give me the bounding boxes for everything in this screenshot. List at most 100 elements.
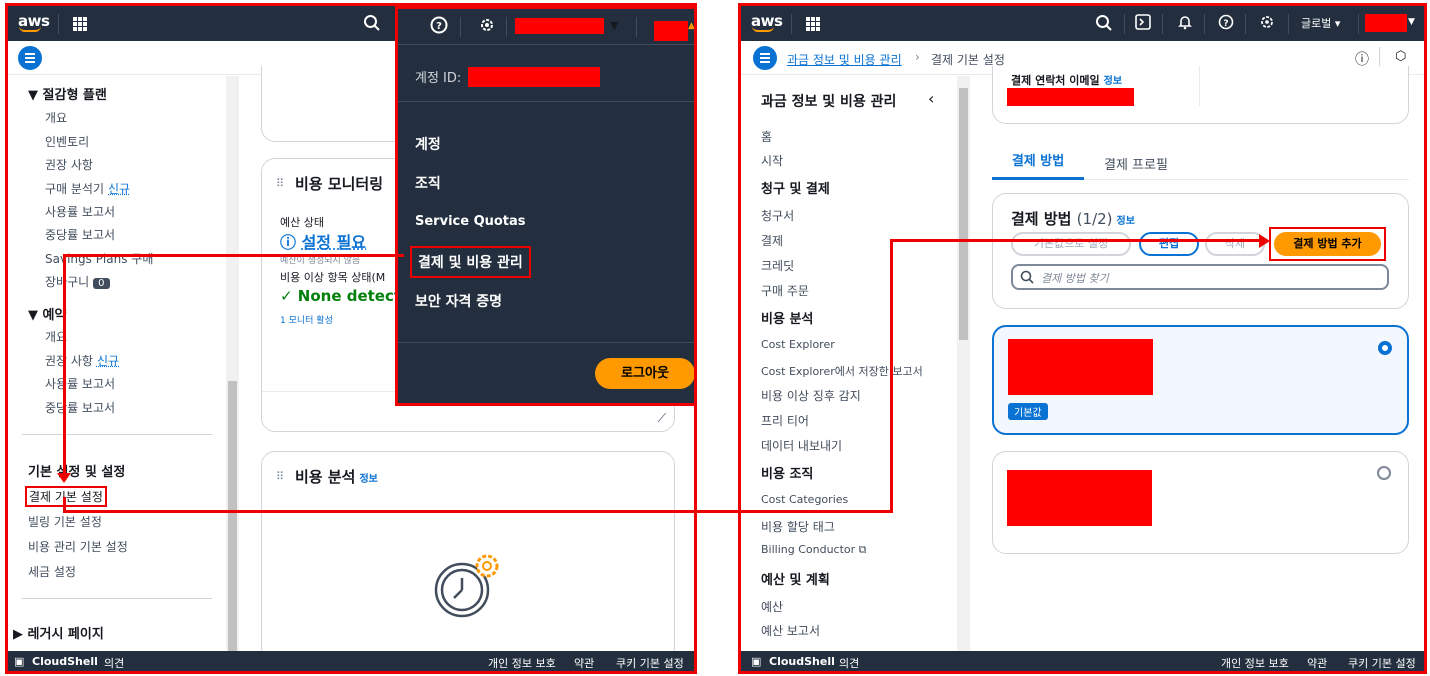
sidebar-item-cost-management-preferences[interactable]: 비용 관리 기본 설정 (28, 538, 128, 555)
sidebar-item-saved-reports[interactable]: Cost Explorer에서 저장한 보고서 (761, 363, 923, 379)
services-grid-icon[interactable] (806, 17, 820, 31)
sidebar-item-budgets[interactable]: 예산 (761, 598, 783, 615)
sidebar-item-coverage-report[interactable]: 중당률 보고서 (45, 226, 115, 243)
menu-toggle-icon[interactable] (18, 46, 42, 70)
legacy-pages-header[interactable]: ▶ 레거시 페이지 (13, 623, 104, 642)
annotation-line (890, 239, 893, 513)
feedback-link[interactable]: 의견 (839, 655, 859, 671)
cloudshell-link[interactable]: CloudShell (769, 655, 835, 668)
left-screenshot-panel: aws ▼ 절감형 플랜 개요 인벤토리 권장 사항 구매 분석기 신규 사용률 … (5, 3, 697, 674)
radio-button-selected[interactable] (1378, 341, 1392, 355)
search-icon[interactable] (1095, 14, 1113, 36)
tab-payment-methods[interactable]: 결제 방법 (992, 147, 1084, 180)
sidebar-item-cost-explorer[interactable]: Cost Explorer (761, 338, 835, 351)
menu-toggle-icon[interactable] (753, 46, 777, 70)
help-icon[interactable]: ? (1218, 14, 1234, 34)
cookie-preferences-link[interactable]: 쿠키 기본 설정 (1348, 655, 1416, 671)
bell-icon[interactable] (1177, 14, 1193, 34)
help-icon[interactable]: ? (430, 16, 448, 38)
cloudshell-icon[interactable]: ▣ (14, 655, 24, 668)
sidebar-item-ri-utilization[interactable]: 사용률 보고서 (45, 375, 115, 392)
add-payment-method-highlight: 결제 방법 추가 (1269, 227, 1386, 261)
info-link[interactable]: 정보 (359, 474, 377, 485)
payment-method-search-input[interactable]: 결제 방법 찾기 (1011, 264, 1389, 290)
settings-gear-icon[interactable] (478, 16, 496, 38)
menu-item-account[interactable]: 계정 (415, 134, 441, 154)
services-grid-icon[interactable] (73, 17, 87, 31)
redacted-account-name[interactable] (515, 18, 604, 34)
monitor-active-link[interactable]: 1 모니터 활성 (280, 313, 333, 326)
tab-payment-profiles[interactable]: 결제 프로필 (1104, 154, 1168, 173)
feedback-link[interactable]: 의견 (104, 655, 124, 671)
privacy-link[interactable]: 개인 정보 보호 (488, 655, 556, 671)
menu-item-organizations[interactable]: 조직 (415, 173, 441, 193)
sidebar-item-bills[interactable]: 청구서 (761, 207, 794, 224)
region-selector[interactable]: 글로벌 ▾ (1301, 15, 1340, 31)
budget-status-value[interactable]: ⓘ 설정 필요 (280, 229, 366, 253)
sidebar-item-getting-started[interactable]: 시작 (761, 152, 783, 169)
sidebar-item-cost-categories[interactable]: Cost Categories (761, 493, 848, 506)
divider (22, 434, 212, 435)
savings-plans-header[interactable]: ▼ 절감형 플랜 (28, 84, 107, 103)
resize-handle-icon[interactable]: ⟋ (658, 411, 666, 426)
add-payment-method-button[interactable]: 결제 방법 추가 (1274, 232, 1381, 256)
edit-button[interactable]: 편집 (1139, 232, 1199, 256)
cloudshell-link[interactable]: CloudShell (32, 655, 98, 668)
sidebar-item-purchase-analyzer[interactable]: 구매 분석기 신규 (45, 180, 130, 197)
info-link[interactable]: 정보 (1104, 76, 1122, 87)
sidebar-item-purchase-savings-plans[interactable]: Savings Plans 구매 (45, 250, 153, 267)
settings-gear-icon[interactable] (1259, 14, 1275, 34)
sidebar-scrollbar[interactable] (226, 76, 239, 652)
cloudshell-icon[interactable] (1135, 14, 1151, 34)
breadcrumb-parent-link[interactable]: 과금 정보 및 비용 관리 (787, 51, 902, 68)
sidebar-item-anomaly-detection[interactable]: 비용 이상 징후 감지 (761, 387, 861, 404)
sidebar-item-cost-allocation-tags[interactable]: 비용 할당 태그 (761, 518, 835, 535)
sidebar-item-inventory[interactable]: 인벤토리 (45, 133, 89, 150)
sidebar-item-utilization-report[interactable]: 사용률 보고서 (45, 203, 115, 220)
drag-handle-icon[interactable]: ⠿ (276, 470, 284, 483)
sidebar-item-billing-preferences[interactable]: 빌링 기본 설정 (28, 513, 102, 530)
menu-item-service-quotas[interactable]: Service Quotas (415, 214, 526, 229)
sidebar-item-ri-recommendations[interactable]: 권장 사항 신규 (45, 352, 119, 369)
drag-handle-icon[interactable]: ⠿ (276, 177, 284, 190)
set-default-button[interactable]: 기본값으로 설정 (1011, 232, 1131, 256)
collapse-chevron-icon[interactable]: ‹ (928, 89, 934, 108)
payment-method-card[interactable] (992, 451, 1409, 554)
info-link[interactable]: 정보 (1117, 216, 1135, 227)
divider (1199, 66, 1200, 106)
sidebar-item-budget-reports[interactable]: 예산 보고서 (761, 622, 820, 639)
chevron-down-icon[interactable]: ▼ (1408, 17, 1415, 27)
redacted-region[interactable] (654, 21, 688, 41)
payment-method-card-selected[interactable]: 기본값 (992, 325, 1409, 435)
sidebar-item-free-tier[interactable]: 프리 티어 (761, 412, 809, 429)
sidebar-item-cart[interactable]: 장바구니 0 (45, 273, 110, 290)
sidebar-item-credits[interactable]: 크레딧 (761, 257, 794, 274)
sidebar-item-payments[interactable]: 결제 (761, 232, 783, 249)
chevron-down-icon[interactable]: ▼ (610, 19, 618, 32)
terms-link[interactable]: 약관 (574, 655, 594, 671)
scrollbar-thumb[interactable] (959, 88, 968, 340)
redacted-account-name[interactable] (1365, 14, 1407, 32)
logout-button[interactable]: 로그아웃 (595, 358, 694, 389)
sidebar-item-home[interactable]: 홈 (761, 128, 772, 145)
sidebar-item-billing-conductor[interactable]: Billing Conductor ⧉ (761, 543, 867, 557)
menu-item-billing-and-cost-management[interactable]: 결제 및 비용 관리 (410, 246, 531, 278)
delete-button[interactable]: 삭제 (1205, 232, 1265, 256)
terms-link[interactable]: 약관 (1307, 655, 1327, 671)
search-icon[interactable] (363, 14, 381, 36)
cloudshell-icon[interactable]: ▣ (751, 655, 761, 668)
sidebar-item-ri-coverage[interactable]: 중당률 보고서 (45, 399, 115, 416)
privacy-link[interactable]: 개인 정보 보호 (1221, 655, 1289, 671)
sidebar-item-data-exports[interactable]: 데이터 내보내기 (761, 437, 842, 454)
radio-button[interactable] (1377, 466, 1391, 480)
sidebar-scrollbar[interactable] (957, 76, 970, 652)
sidebar-item-recommendations[interactable]: 권장 사항 (45, 156, 93, 173)
menu-item-security-credentials[interactable]: 보안 자격 증명 (415, 291, 502, 311)
reservations-header[interactable]: ▼ 예약 (28, 304, 66, 323)
hexagon-settings-icon[interactable]: ⬡ (1395, 49, 1406, 64)
sidebar-item-tax-settings[interactable]: 세금 설정 (28, 563, 76, 580)
sidebar-item-overview[interactable]: 개요 (45, 109, 67, 126)
cookie-preferences-link[interactable]: 쿠키 기본 설정 (616, 655, 684, 671)
sidebar-item-purchase-orders[interactable]: 구매 주문 (761, 282, 809, 299)
scrollbar-thumb[interactable] (228, 381, 237, 651)
